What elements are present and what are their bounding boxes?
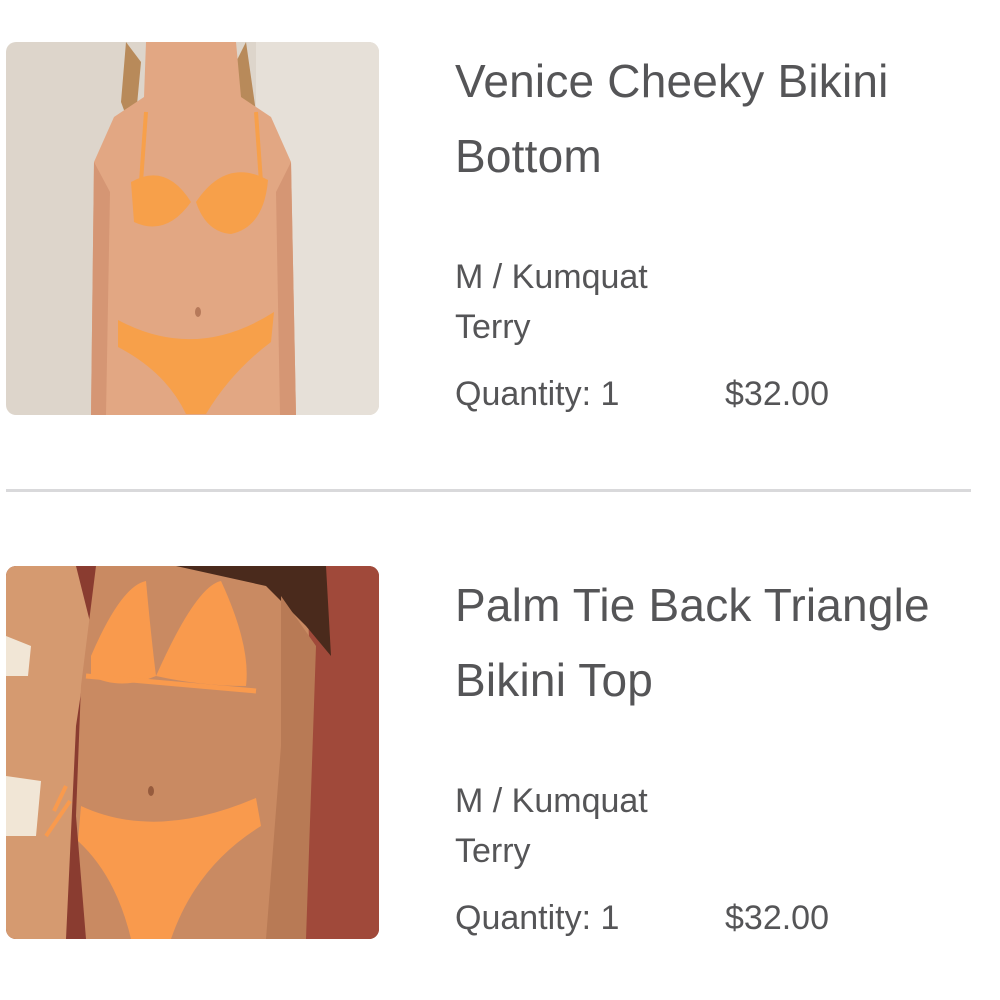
product-details: Venice Cheeky Bikini Bottom M / Kumquat …	[455, 42, 985, 414]
product-price: $32.00	[725, 899, 829, 937]
product-image[interactable]	[6, 566, 379, 939]
product-title[interactable]: Venice Cheeky Bikini Bottom	[455, 44, 985, 194]
product-price: $32.00	[725, 375, 829, 413]
product-quantity: Quantity: 1	[455, 375, 620, 413]
product-variant: M / Kumquat Terry	[455, 258, 648, 346]
product-details: Palm Tie Back Triangle Bikini Top M / Ku…	[455, 566, 985, 938]
cart-items-page: Venice Cheeky Bikini Bottom M / Kumquat …	[0, 0, 1000, 1000]
product-variant: M / Kumquat Terry	[455, 782, 648, 870]
item-divider	[6, 489, 971, 492]
product-quantity: Quantity: 1	[455, 899, 620, 937]
quantity-price-row: Quantity: 1 $32.00	[455, 898, 985, 938]
quantity-price-row: Quantity: 1 $32.00	[455, 374, 985, 414]
product-title[interactable]: Palm Tie Back Triangle Bikini Top	[455, 568, 985, 718]
product-photo-venice-bottom	[6, 42, 379, 415]
product-image[interactable]	[6, 42, 379, 415]
product-photo-palm-top	[6, 566, 379, 939]
